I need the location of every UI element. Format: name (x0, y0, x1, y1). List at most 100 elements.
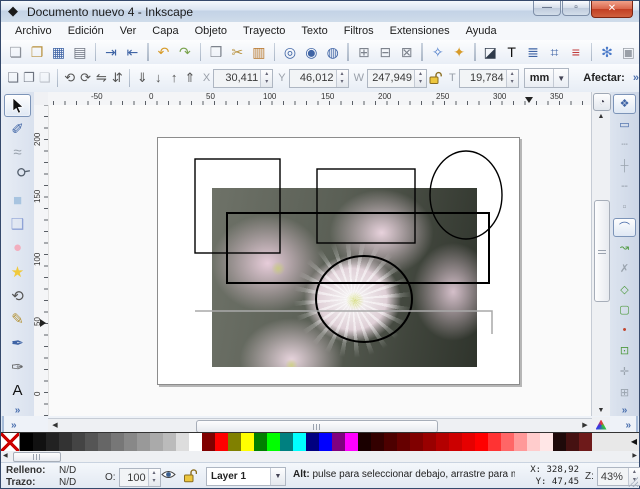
color-swatch[interactable] (566, 433, 579, 452)
color-swatch[interactable] (202, 433, 215, 452)
snapbar-overflow-button[interactable]: » (622, 405, 628, 416)
layer-selector[interactable]: Layer 1 ▼ (206, 467, 286, 486)
color-swatch[interactable] (306, 433, 319, 452)
box3d-tool[interactable]: ❑ (4, 213, 31, 236)
color-swatch[interactable] (215, 433, 228, 452)
scroll-right-arrow[interactable]: ▶ (579, 420, 591, 432)
spinner-arrows[interactable]: ▴▾ (260, 69, 273, 87)
lock-ratio-icon[interactable] (428, 67, 443, 90)
snap-paths-toggle[interactable]: ↝ (613, 238, 636, 258)
rotate-ccw-icon[interactable]: ⟲ (63, 67, 77, 90)
toolbar-overflow-button[interactable]: » (633, 72, 639, 84)
palette-scroll-thumb[interactable] (13, 452, 61, 462)
color-swatch[interactable] (176, 433, 189, 452)
preferences-icon[interactable]: ✻ (597, 41, 616, 63)
snap-midpoints-toggle[interactable]: • (613, 321, 636, 341)
color-swatch[interactable] (358, 433, 371, 452)
duplicate-icon[interactable]: ⊞ (354, 41, 373, 63)
color-swatch[interactable] (137, 433, 150, 452)
color-swatch[interactable] (449, 433, 462, 452)
scroll-left-arrow[interactable]: ◀ (49, 420, 61, 432)
color-swatch[interactable] (540, 433, 553, 452)
menu-item[interactable]: Texto (293, 23, 335, 39)
flip-vertical-icon[interactable]: ⇵ (110, 67, 124, 90)
snap-bbox-edges-toggle[interactable]: ┄ (613, 135, 636, 155)
color-swatch[interactable] (85, 433, 98, 452)
lower-to-bottom-icon[interactable]: ⇓ (135, 67, 149, 90)
color-swatch[interactable] (397, 433, 410, 452)
stroke-value[interactable]: N/D (59, 477, 76, 488)
star-tool[interactable]: ★ (4, 260, 31, 283)
raise-icon[interactable]: ↑ (167, 67, 181, 90)
color-swatch[interactable] (241, 433, 254, 452)
menu-item[interactable]: Trayecto (235, 23, 293, 39)
palette-scroll-right[interactable]: ▶ (632, 451, 637, 461)
scroll-corner-button[interactable]: ◔ (593, 93, 611, 111)
color-swatch[interactable] (254, 433, 267, 452)
spinbox[interactable]: 46,012 ▴ ▾ (288, 68, 349, 88)
import-icon[interactable]: ⇥ (101, 41, 120, 63)
color-swatch[interactable] (345, 433, 358, 452)
raise-to-top-icon[interactable]: ⇑ (183, 67, 197, 90)
layer-visibility-icon[interactable] (161, 468, 176, 484)
color-swatch[interactable] (20, 433, 33, 452)
zoom-page-icon[interactable]: ◍ (323, 41, 342, 63)
color-swatch[interactable] (33, 433, 46, 452)
color-swatch[interactable] (46, 433, 59, 452)
color-swatch[interactable] (488, 433, 501, 452)
menu-item[interactable]: Ver (112, 23, 145, 39)
zoom-selection-icon[interactable]: ◎ (280, 41, 299, 63)
horizontal-scrollbar[interactable]: ◀ ▶ (48, 418, 592, 433)
menu-item[interactable]: Filtros (336, 23, 382, 39)
rotate-cw-icon[interactable]: ⟳ (79, 67, 93, 90)
color-swatch[interactable] (462, 433, 475, 452)
snapbar-overflow-button-2[interactable]: » (625, 420, 631, 431)
snap-intersections-toggle[interactable]: ✗ (613, 259, 636, 279)
color-swatch[interactable] (332, 433, 345, 452)
scroll-down-arrow[interactable]: ▼ (594, 405, 608, 416)
menu-item[interactable]: Ayuda (458, 23, 505, 39)
spinner-arrows[interactable]: ▴▾ (413, 69, 426, 87)
edit-clones-icon[interactable]: ✦ (449, 41, 468, 63)
color-swatch[interactable] (514, 433, 527, 452)
menu-item[interactable]: Capa (144, 23, 186, 39)
snap-smooth-nodes-toggle[interactable]: ▢ (613, 300, 636, 320)
maximize-button[interactable]: ▫ (562, 1, 590, 16)
text-tool[interactable]: A (4, 379, 31, 402)
color-managed-display-toggle[interactable] (592, 417, 610, 432)
undo-icon[interactable]: ↶ (154, 41, 173, 63)
window-resize-grip[interactable] (628, 477, 638, 487)
layer-lock-icon[interactable] (183, 468, 198, 486)
snap-bbox-centers-toggle[interactable]: ▫ (613, 197, 636, 217)
title-bar[interactable]: ◆ Documento nuevo 4 - Inkscape — ▫ ✕ (1, 1, 639, 23)
spinner-arrows[interactable]: ▴▾ (505, 69, 518, 87)
color-swatch[interactable] (293, 433, 306, 452)
calligraphy-tool[interactable]: ✑ (4, 355, 31, 378)
unlink-clone-icon[interactable]: ⊠ (397, 41, 416, 63)
zoom-drawing-icon[interactable]: ◉ (302, 41, 321, 63)
color-swatch[interactable] (527, 433, 540, 452)
opacity-spinbox[interactable]: 100 ▴ ▾ (118, 468, 161, 487)
pen-tool[interactable]: ✒ (4, 332, 31, 355)
menu-item[interactable]: Objeto (187, 23, 235, 39)
snap-rotation-centers-toggle[interactable]: ✛ (613, 362, 636, 382)
flip-horizontal-icon[interactable]: ⇋ (95, 67, 109, 90)
color-swatch[interactable] (384, 433, 397, 452)
canvas-viewport[interactable] (48, 105, 594, 416)
snap-bbox-corners-toggle[interactable]: ┼ (613, 156, 636, 176)
color-swatch[interactable] (111, 433, 124, 452)
color-swatch[interactable] (579, 433, 592, 452)
copy-icon[interactable]: ❒ (206, 41, 225, 63)
color-swatch[interactable] (72, 433, 85, 452)
spinner-arrows[interactable]: ▴▾ (335, 69, 348, 87)
spiral-tool[interactable]: ⟲ (4, 284, 31, 307)
save-document-icon[interactable]: ▦ (49, 41, 68, 63)
color-swatch[interactable] (553, 433, 566, 452)
select-all-icon[interactable]: ❏ (6, 67, 20, 90)
menu-item[interactable]: Edición (60, 23, 112, 39)
color-swatch[interactable] (475, 433, 488, 452)
vertical-scroll-thumb[interactable] (594, 200, 610, 302)
snap-page-border-toggle[interactable]: ⊞ (613, 382, 636, 402)
fill-stroke-icon[interactable]: ◪ (481, 41, 500, 63)
select-all-layers-icon[interactable]: ❐ (22, 67, 36, 90)
